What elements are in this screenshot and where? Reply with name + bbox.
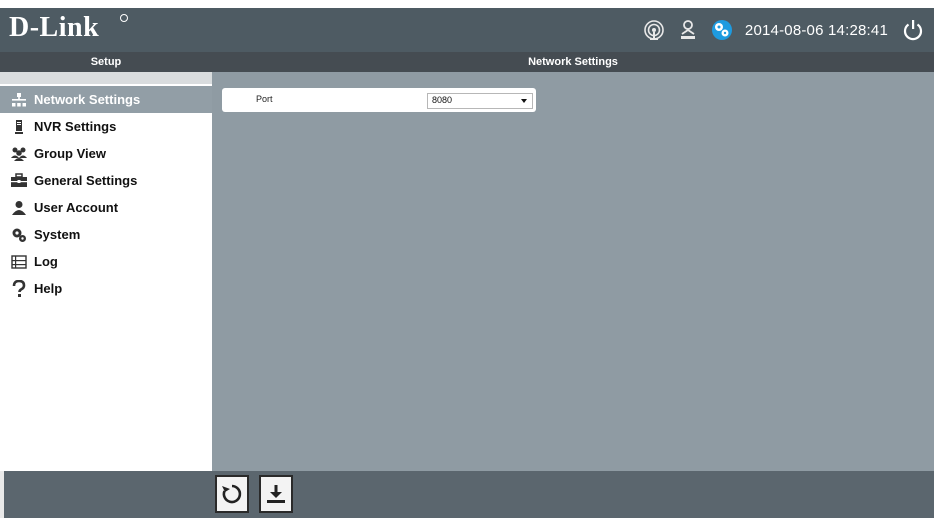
sidebar-item-system[interactable]: System: [0, 221, 212, 248]
toolbox-icon: [10, 172, 28, 190]
sidebar-item-log[interactable]: Log: [0, 248, 212, 275]
page-title: Network Settings: [528, 56, 618, 68]
sidebar-item-label: Network Settings: [34, 92, 141, 107]
sidebar-item-label: Group View: [34, 146, 106, 161]
save-button[interactable]: [259, 475, 293, 513]
network-status-icon[interactable]: [641, 17, 667, 43]
group-icon: [10, 145, 28, 163]
sidebar-item-label: General Settings: [34, 173, 138, 188]
sidebar-item-label: Help: [34, 281, 63, 296]
sidebar-divider: [0, 72, 212, 84]
bottom-edge: [0, 471, 4, 518]
refresh-icon: [222, 484, 242, 504]
sidebar-item-label: NVR Settings: [34, 119, 117, 134]
bottom-toolbar: [0, 471, 934, 518]
port-select[interactable]: 8080: [427, 93, 533, 109]
sidebar-item-group-view[interactable]: Group View: [0, 140, 212, 167]
port-label: Port: [256, 94, 273, 104]
sidebar-item-network-settings[interactable]: Network Settings: [0, 86, 212, 113]
top-header: D-Link 2014-08-06 14:28:41: [0, 8, 934, 52]
main-content: Port 8080: [212, 72, 934, 471]
refresh-button[interactable]: [215, 475, 249, 513]
nvr-icon: [10, 118, 28, 136]
datetime-display: 2014-08-06 14:28:41: [744, 21, 888, 39]
power-icon[interactable]: [900, 17, 926, 43]
user-location-icon[interactable]: [675, 17, 701, 43]
sidebar: Network Settings NVR Settings Group View…: [0, 72, 212, 471]
sidebar-item-general-settings[interactable]: General Settings: [0, 167, 212, 194]
section-titlebar: Setup Network Settings: [0, 52, 934, 72]
sidebar-item-nvr-settings[interactable]: NVR Settings: [0, 113, 212, 140]
sidebar-item-label: User Account: [34, 200, 119, 215]
sidebar-item-label: System: [34, 227, 81, 242]
sidebar-menu: Network Settings NVR Settings Group View…: [0, 86, 212, 302]
help-icon: [10, 279, 28, 298]
sidebar-item-help[interactable]: Help: [0, 275, 212, 302]
dlink-logo: D-Link: [9, 12, 100, 43]
chevron-down-icon: [521, 99, 527, 103]
user-icon: [10, 199, 28, 217]
system-gear-icon: [10, 226, 28, 244]
port-value: 8080: [432, 95, 453, 105]
network-icon: [10, 91, 28, 109]
registered-mark-icon: [120, 14, 128, 22]
port-setting-row: Port 8080: [222, 88, 536, 112]
save-download-icon: [267, 485, 285, 503]
sidebar-item-label: Log: [34, 254, 58, 269]
sidebar-item-user-account[interactable]: User Account: [0, 194, 212, 221]
setup-title: Setup: [90, 56, 122, 68]
log-icon: [10, 253, 28, 271]
settings-gear-icon[interactable]: [709, 17, 735, 43]
header-icons: 2014-08-06 14:28:41: [641, 16, 926, 44]
